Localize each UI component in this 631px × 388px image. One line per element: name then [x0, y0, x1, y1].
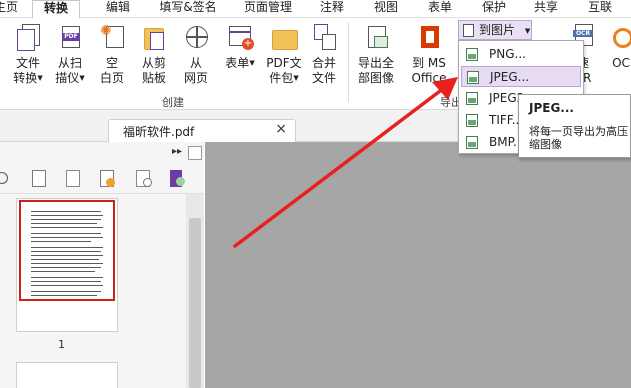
from-webpage-label-2: 网页 — [183, 71, 208, 85]
office-icon — [415, 24, 443, 52]
replace-page-icon[interactable] — [100, 170, 116, 188]
ocr-button[interactable]: OC — [606, 24, 631, 71]
document-tab[interactable]: 福昕软件.pdf × — [108, 119, 296, 142]
page-properties-icon[interactable] — [170, 170, 186, 188]
to-image-label: 到图片 — [479, 23, 516, 37]
ocr-gear-icon — [607, 24, 631, 52]
page-thumbnail-2[interactable] — [16, 362, 118, 388]
thumbnail-panel-header: ▸▸ — [0, 142, 204, 164]
globe-icon — [182, 24, 210, 52]
blank-page-icon: ✺ — [98, 24, 126, 52]
package-folder-icon — [270, 24, 298, 52]
from-scanner-label-1: 从扫 — [57, 56, 82, 70]
to-ms-office-label-2: Office — [411, 71, 447, 85]
zoom-out-thumbnail-icon[interactable] — [0, 170, 16, 188]
tab-home[interactable]: 主页 — [0, 0, 20, 18]
tooltip-title: JPEG... — [529, 101, 574, 115]
export-all-images-label-1: 导出全 — [357, 56, 394, 70]
tab-protect[interactable]: 保护 — [478, 0, 510, 18]
menu-item-jpeg[interactable]: JPEG... — [461, 66, 581, 87]
ocr-badge: OCR — [573, 30, 593, 37]
tab-edit[interactable]: 编辑 — [98, 0, 138, 18]
panel-options-icon[interactable] — [188, 146, 202, 160]
form-icon: + — [226, 24, 254, 52]
tab-form[interactable]: 表单 — [424, 0, 456, 18]
tab-connect[interactable]: 互联 — [584, 0, 616, 18]
tab-convert[interactable]: 转换 — [32, 0, 80, 19]
image-icon — [467, 71, 479, 84]
image-icon — [466, 136, 478, 149]
from-clipboard-label-1: 从剪 — [141, 56, 166, 70]
blank-page-label-2: 白页 — [99, 71, 124, 85]
from-webpage-button[interactable]: 从 网页 — [176, 24, 216, 86]
clipboard-icon — [140, 24, 168, 52]
merge-files-button[interactable]: 合并 文件 — [304, 24, 344, 86]
to-ms-office-label-1: 到 MS — [412, 56, 446, 70]
sparkle-icon: ✺ — [100, 23, 112, 39]
thumbnail-toolbar — [0, 164, 204, 194]
from-scanner-button[interactable]: PDF 从扫 描仪▼ — [50, 24, 90, 86]
export-all-images-label-2: 部图像 — [357, 71, 394, 85]
collapse-panel-icon[interactable]: ▸▸ — [172, 146, 182, 157]
pdf-package-label-2: 件包 — [269, 71, 294, 85]
form-button[interactable]: + 表单▼ — [220, 24, 260, 71]
app-window: 主页 转换 编辑 填写&签名 页面管理 注释 视图 表单 保护 共享 互联 文件… — [0, 0, 631, 388]
thumbnail-selection-frame — [19, 200, 115, 301]
page-number-label: 1 — [58, 338, 65, 351]
from-scanner-label-2: 描仪 — [55, 71, 80, 85]
image-icon — [466, 114, 478, 127]
from-clipboard-button[interactable]: 从剪 贴板 — [134, 24, 174, 86]
merge-files-label-1: 合并 — [311, 56, 336, 70]
insert-page-icon[interactable] — [32, 170, 48, 188]
tab-annotate[interactable]: 注释 — [316, 0, 348, 18]
thumbnail-scrollbar-thumb[interactable] — [189, 218, 201, 388]
ribbon-separator — [348, 22, 349, 102]
form-label: 表单 — [225, 56, 250, 70]
from-webpage-label-1: 从 — [189, 56, 202, 70]
file-convert-button[interactable]: 文件 转换▼ — [8, 24, 48, 86]
merge-files-label-2: 文件 — [311, 71, 336, 85]
to-ms-office-button[interactable]: 到 MS Office — [406, 24, 452, 86]
image-icon — [466, 48, 478, 61]
merge-icon — [310, 24, 338, 52]
menu-tab-bar: 主页 转换 编辑 填写&签名 页面管理 注释 视图 表单 保护 共享 互联 — [0, 0, 631, 19]
to-image-dropdown-button[interactable]: 到图片 ▼ — [458, 20, 532, 40]
file-convert-icon — [14, 24, 42, 52]
export-images-icon — [362, 24, 390, 52]
tooltip-body: 将每一页导出为高压缩图像 — [529, 125, 628, 151]
tab-page-manage[interactable]: 页面管理 — [236, 0, 300, 18]
chevron-down-icon: ▼ — [524, 26, 531, 35]
ocr-label: OC — [612, 56, 630, 70]
blank-page-label-1: 空 — [105, 56, 118, 70]
delete-page-icon[interactable] — [136, 170, 152, 188]
tab-fill-sign[interactable]: 填写&签名 — [156, 0, 220, 18]
from-clipboard-label-2: 贴板 — [141, 71, 166, 85]
pdf-package-button[interactable]: PDF文 件包▼ — [262, 24, 306, 86]
tab-share[interactable]: 共享 — [530, 0, 562, 18]
to-image-icon — [463, 24, 474, 37]
blank-page-button[interactable]: ✺ 空 白页 — [92, 24, 132, 86]
file-convert-label-1: 文件 — [15, 56, 40, 70]
scanner-pdf-icon: PDF — [56, 24, 84, 52]
pdf-band: PDF — [62, 33, 80, 41]
thumbnail-panel: ▸▸ 1 — [0, 142, 204, 388]
group-label-create: 创建 — [162, 96, 184, 109]
document-canvas[interactable] — [205, 142, 631, 388]
export-all-images-button[interactable]: 导出全 部图像 — [354, 24, 398, 86]
pdf-package-label-1: PDF文 — [266, 56, 302, 70]
jpeg-tooltip: JPEG... 将每一页导出为高压缩图像 — [518, 94, 631, 158]
extract-page-icon[interactable] — [66, 170, 82, 188]
document-tab-label: 福昕软件.pdf — [123, 125, 195, 139]
menu-item-png[interactable]: PNG... — [461, 44, 581, 65]
file-convert-label-2: 转换 — [13, 71, 38, 85]
image-icon — [466, 92, 478, 105]
tab-view[interactable]: 视图 — [370, 0, 402, 18]
close-tab-icon[interactable]: × — [275, 121, 287, 137]
